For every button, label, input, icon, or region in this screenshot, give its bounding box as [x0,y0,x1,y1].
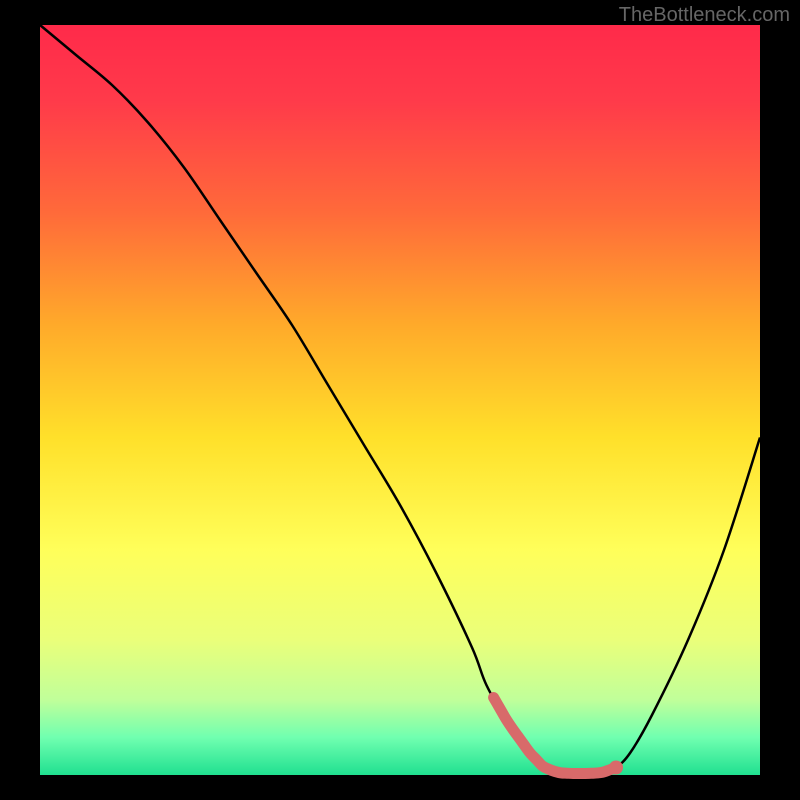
chart-plot-area [40,25,760,775]
chart-svg [40,25,760,775]
bottleneck-curve [40,25,760,774]
optimal-range-highlight [494,698,616,774]
watermark-text: TheBottleneck.com [619,4,790,27]
optimal-marker-dot [609,761,623,775]
